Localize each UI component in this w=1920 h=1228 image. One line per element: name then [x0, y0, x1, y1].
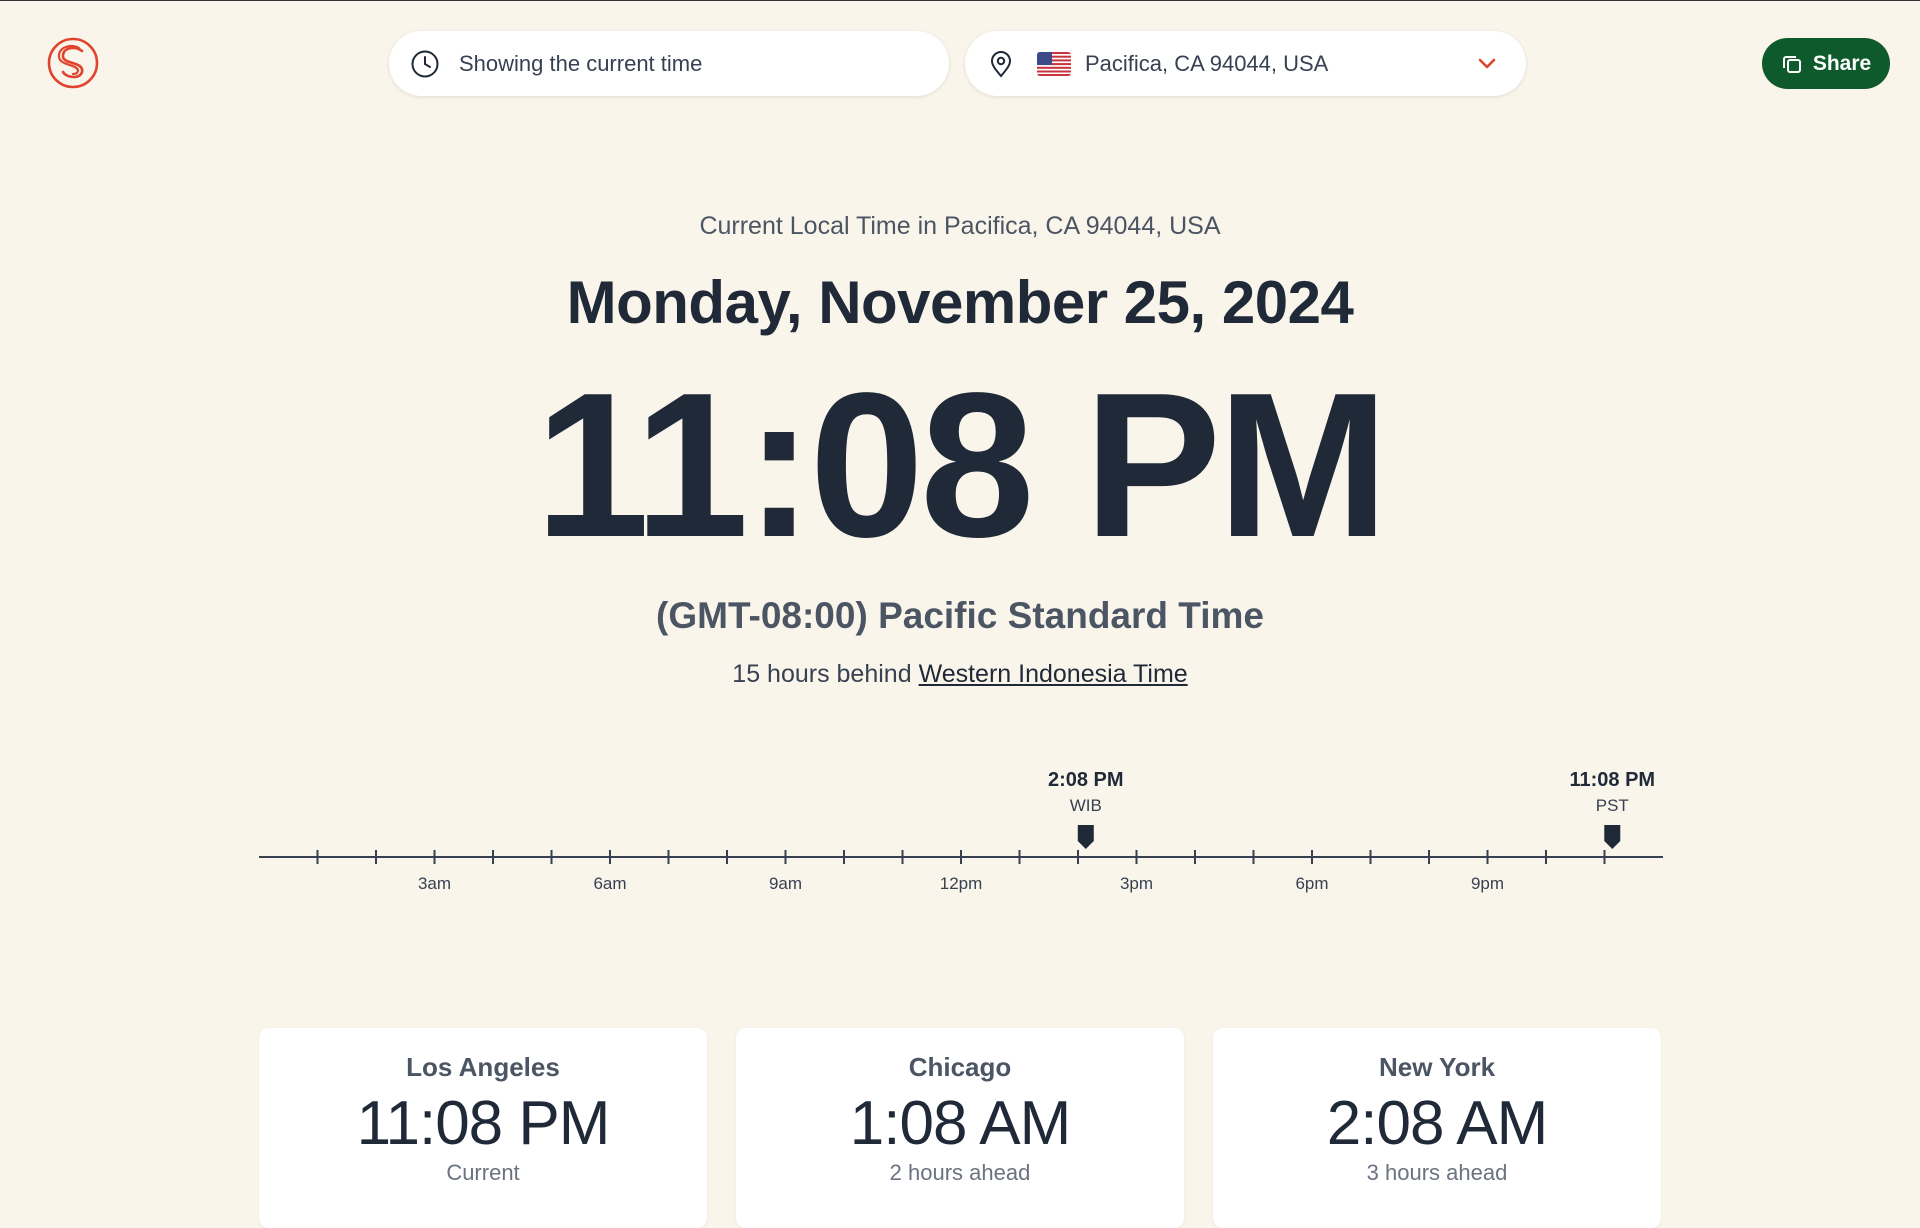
time-mode-label: Showing the current time [459, 50, 703, 76]
time-mode-selector[interactable]: Showing the current time [389, 31, 949, 96]
marker-zone-label: WIB [1070, 796, 1102, 815]
logo-icon[interactable] [46, 36, 100, 90]
timeline-hour-label: 12pm [940, 874, 983, 893]
timeline-hour-label: 6am [593, 874, 626, 893]
day-timeline: 3am 6am 9am 12pm 3pm 6pm 9pm 2:08 PM WIB 11:08 PM… [259, 769, 1663, 893]
clock-icon [409, 48, 441, 80]
timezone-difference: 15 hours behind Western Indonesia Time [0, 660, 1920, 689]
city-card-new-york[interactable]: New York 2:08 AM 3 hours ahead [1213, 1028, 1661, 1228]
timeline-hour-label: 9am [769, 874, 802, 893]
timezone-name: (GMT-08:00) Pacific Standard Time [656, 595, 1264, 636]
city-name: New York [1378, 1052, 1496, 1082]
city-card-los-angeles[interactable]: Los Angeles 11:08 PM Current [259, 1028, 707, 1228]
timeline-marker [1077, 825, 1094, 849]
copy-icon [1782, 55, 1801, 73]
city-card-chicago[interactable]: Chicago 1:08 AM 2 hours ahead [736, 1028, 1184, 1228]
city-relation: Current [446, 1160, 520, 1186]
difference-text: 15 hours behind [732, 660, 919, 688]
map-pin-icon [985, 48, 1017, 80]
chevron-down-icon[interactable] [1474, 51, 1500, 77]
city-time: 1:08 AM [849, 1089, 1071, 1158]
city-relation: 3 hours ahead [1366, 1160, 1508, 1186]
current-date: Monday, November 25, 2024 [566, 269, 1354, 336]
page-subtitle: Current Local Time in Pacifica, CA 94044… [699, 212, 1221, 240]
timeline-hour-label: 3pm [1120, 874, 1153, 893]
reference-timezone-link[interactable]: Western Indonesia Time [919, 660, 1188, 688]
timeline-hour-label: 9pm [1471, 874, 1504, 893]
top-border [0, 0, 1920, 1]
current-time: 11:08 PM [535, 350, 1389, 580]
share-label: Share [1812, 51, 1872, 75]
city-relation: 2 hours ahead [889, 1160, 1031, 1186]
marker-time-label: 2:08 PM [1048, 769, 1124, 791]
timeline-hour-label: 3am [418, 874, 451, 893]
share-button[interactable]: Share [1762, 38, 1890, 89]
location-selector[interactable]: Pacifica, CA 94044, USA [965, 31, 1526, 96]
marker-time-label: 11:08 PM [1569, 769, 1655, 791]
city-name: Chicago [908, 1052, 1012, 1082]
city-time: 2:08 AM [1326, 1089, 1548, 1158]
timeline-marker [1604, 825, 1621, 849]
timeline-hour-label: 6pm [1295, 874, 1328, 893]
city-time: 11:08 PM [356, 1089, 611, 1158]
marker-zone-label: PST [1596, 796, 1629, 815]
location-label: Pacifica, CA 94044, USA [1085, 50, 1329, 76]
city-name: Los Angeles [406, 1052, 560, 1082]
us-flag-icon [1037, 51, 1071, 76]
